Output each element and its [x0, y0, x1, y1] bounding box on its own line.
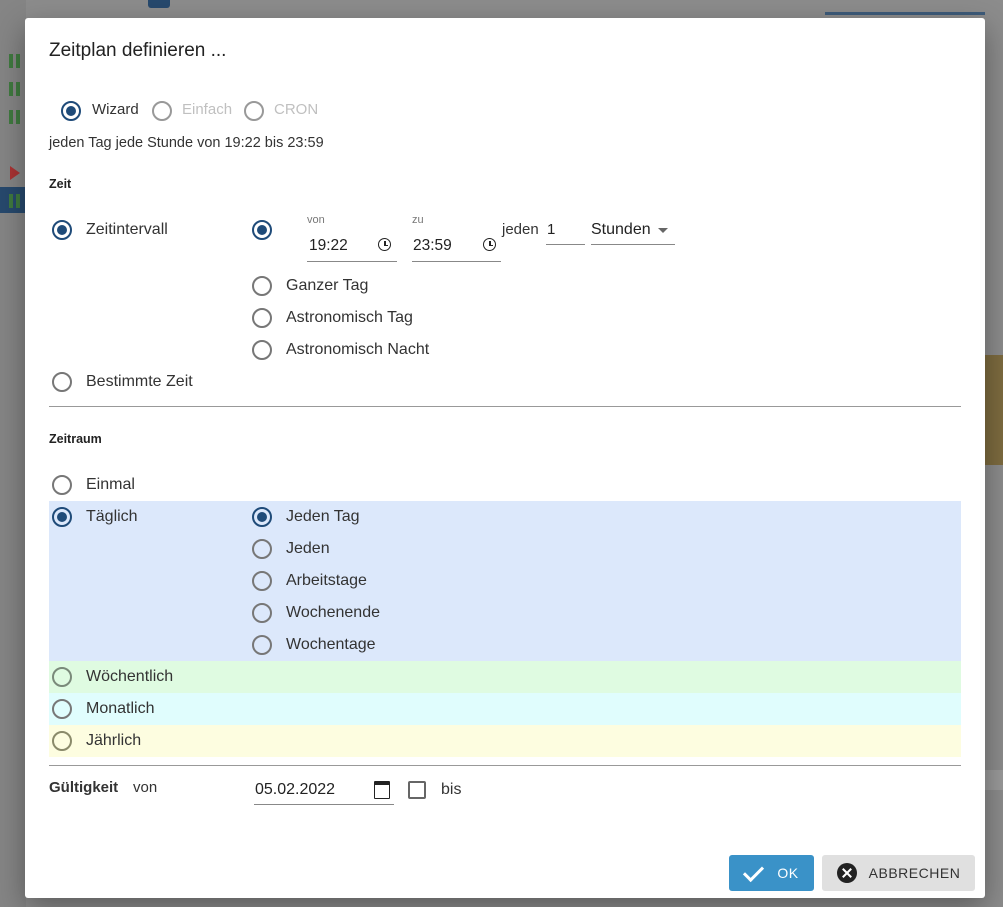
cancel-button-label: ABBRECHEN — [868, 865, 961, 881]
clock-icon[interactable] — [378, 238, 391, 251]
time-option-label: Astronomisch Nacht — [286, 341, 430, 358]
chevron-down-icon[interactable] — [658, 228, 668, 233]
clock-icon[interactable] — [483, 238, 496, 251]
background-pause-icon — [16, 82, 20, 96]
time-option-radio[interactable] — [252, 340, 272, 360]
period-once-label: Einmal — [86, 476, 135, 493]
schedule-dialog: Zeitplan definieren ... Wizard Einfach C… — [25, 18, 985, 898]
validity-from-label: von — [133, 779, 158, 796]
background-button — [148, 0, 170, 8]
period-weekly-radio[interactable] — [52, 667, 72, 687]
monthly-band — [49, 693, 961, 725]
specific-time-label: Bestimmte Zeit — [86, 373, 193, 390]
period-section-title: Zeitraum — [49, 432, 102, 446]
divider — [49, 406, 961, 407]
background-pause-icon — [9, 194, 13, 208]
to-time-value: 23:59 — [413, 237, 452, 254]
mode-einfach-label: Einfach — [182, 101, 233, 118]
close-icon — [836, 863, 857, 883]
period-yearly-label: Jährlich — [86, 732, 142, 749]
specific-time-radio[interactable] — [52, 372, 72, 392]
period-monthly-label: Monatlich — [86, 700, 155, 717]
background-toolbar — [0, 0, 26, 907]
background-pause-icon — [16, 54, 20, 68]
from-time-value: 19:22 — [309, 237, 348, 254]
time-interval-label: Zeitintervall — [86, 221, 168, 238]
every-label: jeden — [502, 221, 539, 238]
validity-from-date-value: 05.02.2022 — [255, 781, 336, 798]
time-option-label: Astronomisch Tag — [286, 309, 413, 326]
time-interval-radio[interactable] — [52, 220, 72, 240]
every-value: 1 — [547, 221, 556, 238]
background-tab-indicator — [825, 12, 985, 15]
mode-cron-label: CRON — [274, 101, 319, 118]
validity-label: Gültigkeit — [49, 779, 119, 796]
daily-option-radio[interactable] — [252, 571, 272, 591]
daily-option-radio[interactable] — [252, 603, 272, 623]
time-option-radio[interactable] — [252, 308, 272, 328]
schedule-summary: jeden Tag jede Stunde von 19:22 bis 23:5… — [49, 135, 324, 151]
daily-option-radio[interactable] — [252, 635, 272, 655]
background-pause-icon — [16, 110, 20, 124]
validity-to-checkbox[interactable] — [408, 781, 426, 799]
daily-option-label: Jeden — [286, 540, 330, 557]
daily-option-radio[interactable] — [252, 507, 272, 527]
background-pause-icon — [16, 194, 20, 208]
period-yearly-radio[interactable] — [52, 731, 72, 751]
dialog-title: Zeitplan definieren ... — [49, 40, 227, 61]
period-monthly-radio[interactable] — [52, 699, 72, 719]
mode-einfach-radio[interactable] — [152, 101, 172, 121]
to-time-label: zu — [412, 214, 424, 226]
daily-option-label: Jeden Tag — [286, 508, 360, 525]
daily-band — [49, 501, 961, 661]
background-pause-icon — [9, 54, 13, 68]
mode-wizard-radio[interactable] — [61, 101, 81, 121]
period-daily-label: Täglich — [86, 508, 138, 525]
validity-to-label: bis — [441, 781, 462, 798]
cancel-button[interactable]: ABBRECHEN — [822, 855, 975, 891]
time-option-label: Ganzer Tag — [286, 277, 369, 294]
ok-button[interactable]: OK — [729, 855, 814, 891]
background-panel — [985, 770, 1003, 790]
daily-option-label: Arbeitstage — [286, 572, 367, 589]
period-weekly-label: Wöchentlich — [86, 668, 174, 685]
from-time-label: von — [307, 214, 325, 226]
background-play-icon — [10, 166, 20, 180]
daily-option-radio[interactable] — [252, 539, 272, 559]
time-section-title: Zeit — [49, 177, 72, 191]
check-icon — [743, 860, 765, 882]
background-pause-icon — [9, 82, 13, 96]
time-range-radio[interactable] — [252, 220, 272, 240]
unit-select-value: Stunden — [591, 221, 651, 238]
period-once-radio[interactable] — [52, 475, 72, 495]
background-panel — [985, 355, 1003, 465]
background-selected-row — [0, 187, 26, 213]
daily-option-label: Wochentage — [286, 636, 376, 653]
mode-cron-radio[interactable] — [244, 101, 264, 121]
ok-button-label: OK — [777, 865, 799, 881]
daily-option-label: Wochenende — [286, 604, 380, 621]
calendar-icon[interactable] — [374, 781, 390, 799]
mode-wizard-label: Wizard — [92, 101, 139, 118]
period-daily-radio[interactable] — [52, 507, 72, 527]
yearly-band — [49, 725, 961, 757]
time-option-radio[interactable] — [252, 276, 272, 296]
divider — [49, 765, 961, 766]
background-pause-icon — [9, 110, 13, 124]
weekly-band — [49, 661, 961, 693]
